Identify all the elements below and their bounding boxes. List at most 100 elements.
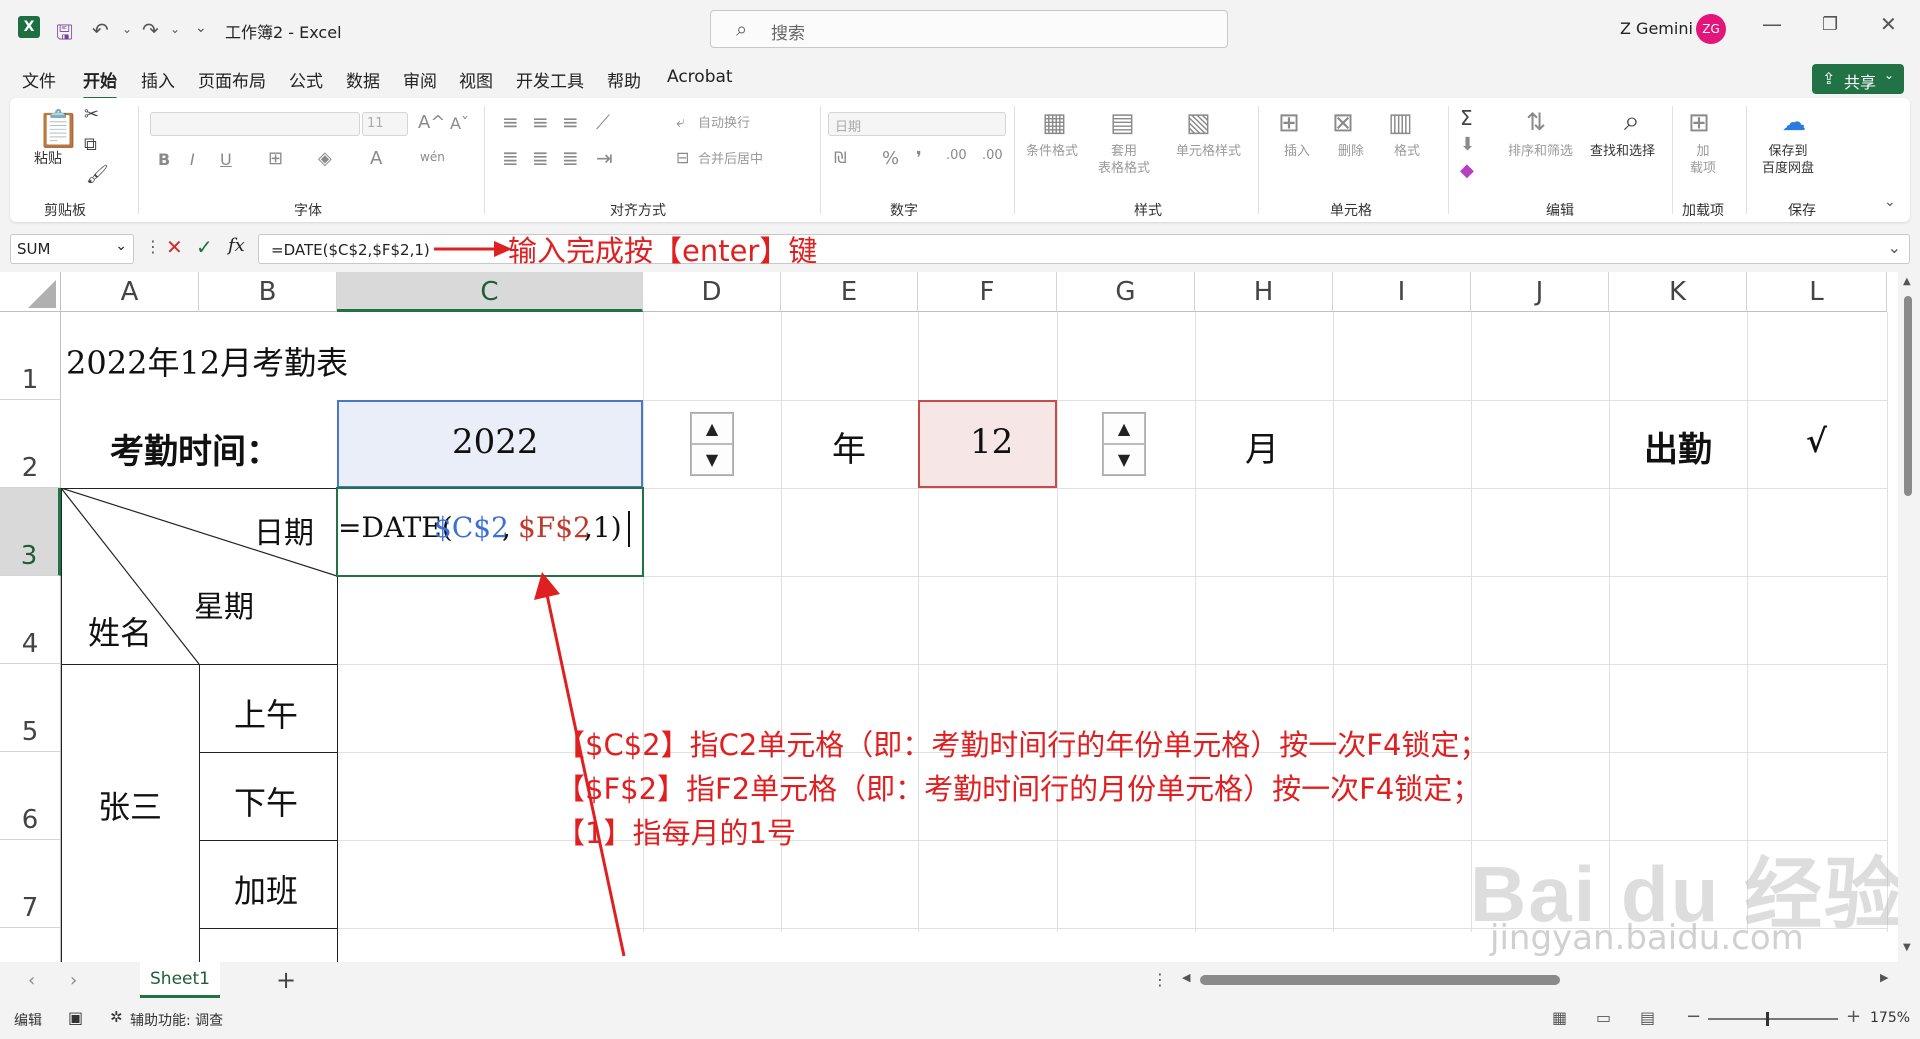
col-header-l[interactable]: L [1747, 272, 1887, 312]
macro-record-icon[interactable]: ▣ [68, 1008, 83, 1027]
align-right-icon[interactable]: ≣ [562, 146, 579, 170]
redo-dropdown-icon[interactable]: ⌄ [170, 22, 180, 36]
col-header-h[interactable]: H [1195, 272, 1333, 312]
row-header-1[interactable]: 1 [0, 312, 61, 400]
page-layout-view-icon[interactable]: ▭ [1596, 1008, 1611, 1027]
name-box[interactable]: SUM ⌄ [10, 234, 134, 264]
share-button[interactable]: ⇪ 共享 ⌄ [1812, 64, 1904, 94]
fill-icon[interactable]: ⬇ [1460, 134, 1475, 155]
col-header-f[interactable]: F [918, 272, 1057, 312]
customize-qat-icon[interactable]: ⌄ [195, 20, 207, 36]
wrap-text-icon[interactable]: ⤶ [676, 112, 685, 132]
ribbon-collapse-icon[interactable]: ⌄ [1884, 194, 1896, 210]
delete-cells-icon[interactable]: ⊠ [1332, 108, 1354, 138]
percent-icon[interactable]: % [882, 148, 899, 169]
scroll-up-icon[interactable]: ▲ [1903, 276, 1911, 287]
scroll-right-icon[interactable]: ▶ [1880, 971, 1888, 984]
col-header-j[interactable]: J [1471, 272, 1609, 312]
cancel-icon[interactable]: ✕ [166, 235, 183, 259]
insert-cells-icon[interactable]: ⊞ [1278, 108, 1300, 138]
row-header-8[interactable] [0, 928, 61, 962]
paste-icon[interactable]: 📋 [36, 108, 81, 150]
menu-home[interactable]: 开始 [83, 67, 117, 100]
select-all-corner[interactable] [0, 272, 61, 312]
page-break-view-icon[interactable]: ▤ [1640, 1008, 1655, 1027]
next-sheet-icon[interactable]: › [70, 970, 77, 991]
row-header-6[interactable]: 6 [0, 752, 61, 840]
minimize-icon[interactable]: — [1762, 12, 1782, 36]
month-spinner[interactable]: ▲ ▼ [1102, 412, 1146, 476]
menu-view[interactable]: 视图 [459, 67, 493, 92]
format-cells-icon[interactable]: ▥ [1388, 108, 1413, 138]
decrease-decimal-icon[interactable]: .00 [982, 148, 1003, 163]
search-box[interactable]: ⌕ 搜索 [710, 10, 1228, 48]
zoom-slider[interactable] [1708, 1012, 1838, 1026]
month-spin-up-button[interactable]: ▲ [1103, 413, 1145, 444]
col-header-e[interactable]: E [781, 272, 918, 312]
find-select-icon[interactable]: ⌕ [1624, 104, 1640, 138]
underline-icon[interactable]: U [220, 150, 232, 169]
increase-font-icon[interactable]: A^ [418, 112, 445, 133]
addins-button[interactable]: 加 载项 [1690, 144, 1716, 178]
insert-cells-button[interactable]: 插入 [1284, 144, 1310, 161]
normal-view-icon[interactable]: ▦ [1552, 1008, 1567, 1027]
enter-icon[interactable]: ✓ [196, 235, 213, 259]
borders-icon[interactable]: ⊞ [268, 148, 283, 169]
save-icon[interactable]: 🖫 [56, 18, 73, 52]
row-header-2[interactable]: 2 [0, 400, 61, 488]
indent-icon[interactable]: ⇥ [596, 146, 613, 170]
paste-button[interactable]: 粘贴 [34, 150, 62, 168]
restore-icon[interactable]: ❐ [1822, 14, 1838, 35]
save-to-baidu-button[interactable]: 保存到 百度网盘 [1762, 144, 1814, 178]
worksheet[interactable]: A B C D E F G H I J K L 1 2 3 4 5 6 7 20… [0, 272, 1920, 962]
find-select-button[interactable]: 查找和选择 [1590, 144, 1655, 161]
accounting-icon[interactable]: ₪ [834, 148, 847, 167]
scroll-left-icon[interactable]: ◀ [1182, 971, 1190, 984]
add-sheet-button[interactable]: + [276, 966, 296, 994]
font-color-icon[interactable]: A [370, 148, 382, 169]
phonetic-icon[interactable]: wén [420, 150, 445, 164]
format-as-table-icon[interactable]: ▤ [1110, 108, 1135, 138]
menu-acrobat[interactable]: Acrobat [667, 67, 733, 87]
decrease-font-icon[interactable]: Aˇ [450, 114, 469, 133]
font-family-select[interactable] [150, 112, 360, 136]
align-left-icon[interactable]: ≣ [502, 146, 519, 170]
wrap-text-button[interactable]: 自动换行 [698, 116, 750, 133]
menu-data[interactable]: 数据 [346, 67, 380, 92]
align-middle-icon[interactable]: ≡ [532, 110, 549, 134]
increase-decimal-icon[interactable]: .00 [946, 148, 967, 163]
orientation-icon[interactable]: ⟋ [596, 110, 610, 134]
horizontal-scroll-thumb[interactable] [1200, 975, 1560, 985]
sheet-tab-sheet1[interactable]: Sheet1 [140, 962, 220, 998]
addins-icon[interactable]: ⊞ [1688, 108, 1710, 138]
row-header-5[interactable]: 5 [0, 664, 61, 752]
expand-formula-icon[interactable]: ⌄ [1888, 238, 1901, 257]
col-header-c[interactable]: C [337, 272, 643, 312]
year-spin-up-button[interactable]: ▲ [691, 413, 733, 444]
row-header-4[interactable]: 4 [0, 576, 61, 664]
conditional-format-icon[interactable]: ▦ [1042, 108, 1067, 138]
col-header-a[interactable]: A [61, 272, 199, 312]
col-header-b[interactable]: B [199, 272, 337, 312]
menu-formulas[interactable]: 公式 [289, 67, 323, 92]
col-header-i[interactable]: I [1333, 272, 1471, 312]
sort-filter-icon[interactable]: ⇅ [1526, 108, 1546, 136]
insert-function-icon[interactable]: fx [228, 235, 245, 256]
active-cell-c3[interactable]: =DATE( $C$2 , $F$2 ,1) [336, 487, 644, 577]
fill-color-icon[interactable]: ◈ [318, 148, 332, 169]
scroll-down-icon[interactable]: ▼ [1903, 942, 1911, 953]
merge-center-icon[interactable]: ⊟ [676, 148, 689, 167]
avatar[interactable]: ZG [1696, 14, 1726, 44]
menu-review[interactable]: 审阅 [403, 67, 437, 92]
baidu-cloud-icon[interactable]: ☁ [1782, 108, 1806, 136]
cell-styles-icon[interactable]: ▧ [1186, 108, 1211, 138]
zoom-level[interactable]: 175% [1870, 1010, 1910, 1026]
accessibility-icon[interactable]: ✲ [110, 1008, 123, 1026]
number-format-select[interactable]: 日期 [828, 112, 1006, 136]
menu-developer[interactable]: 开发工具 [516, 67, 584, 92]
copy-icon[interactable]: ⧉ [84, 134, 97, 155]
undo-icon[interactable]: ↶ [92, 18, 109, 42]
format-cells-button[interactable]: 格式 [1394, 144, 1420, 161]
align-center-icon[interactable]: ≣ [532, 146, 549, 170]
vertical-scroll-thumb[interactable] [1904, 296, 1912, 496]
